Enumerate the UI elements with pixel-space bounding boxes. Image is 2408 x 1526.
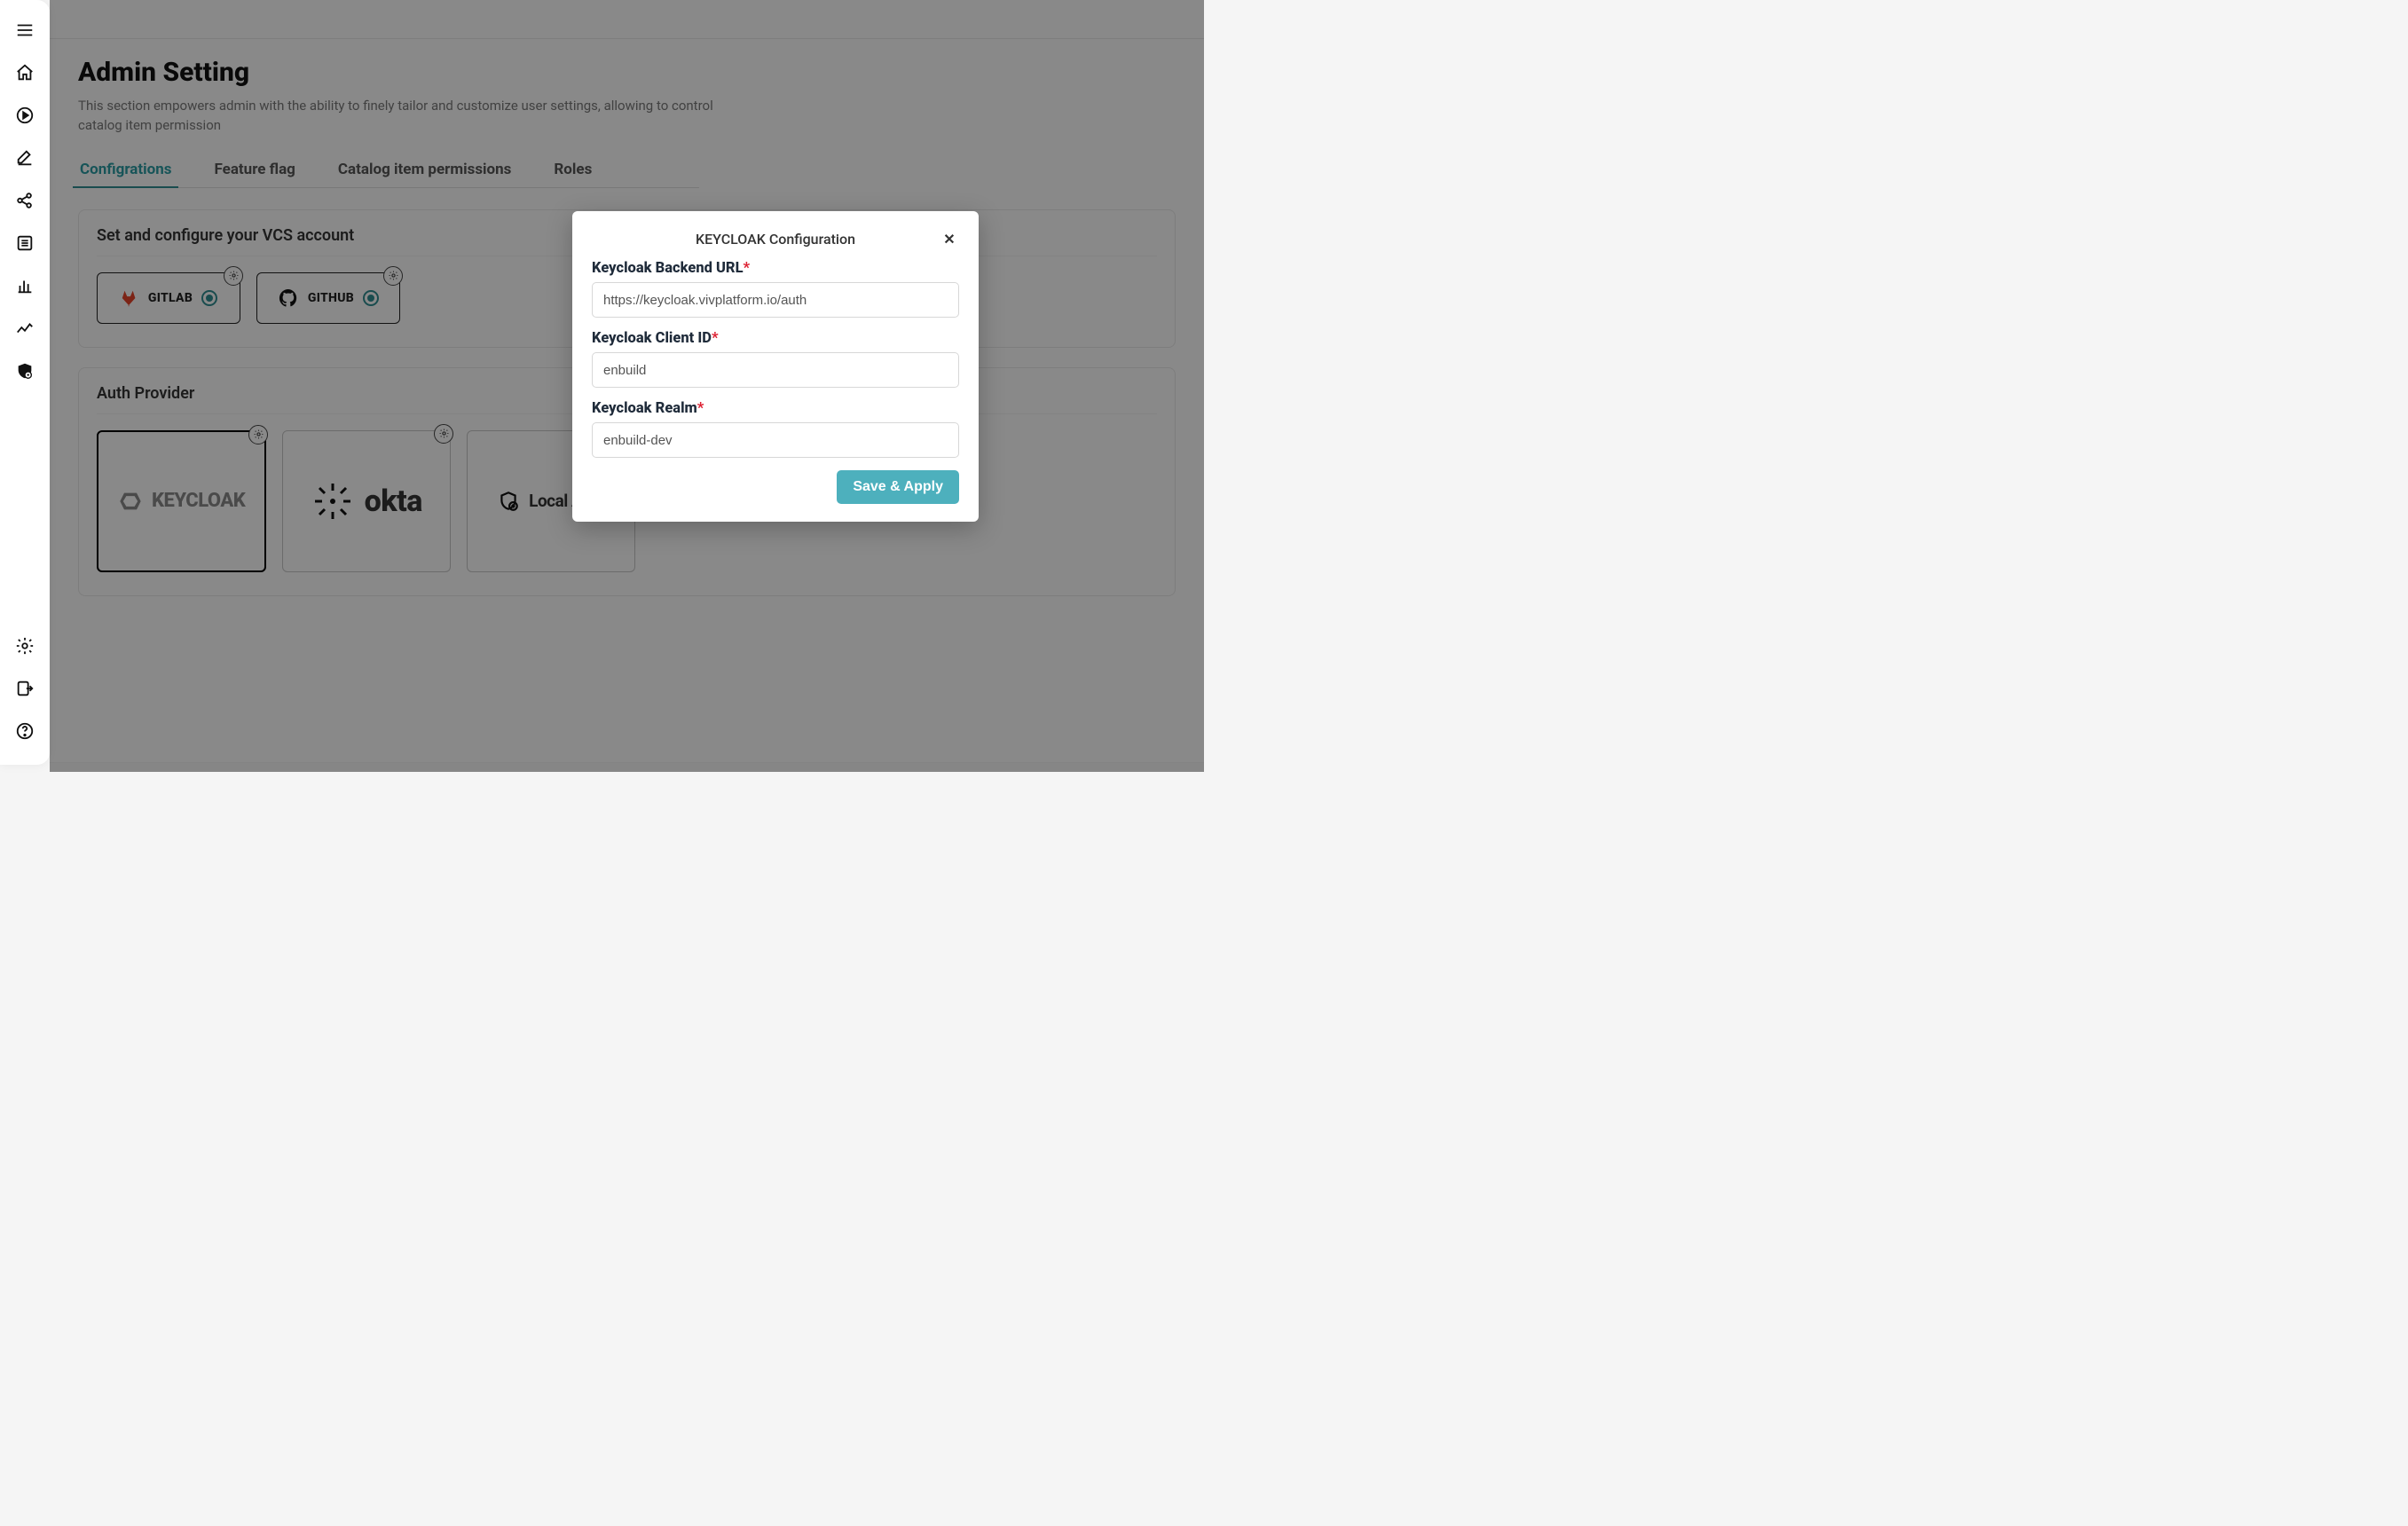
list-icon (15, 233, 35, 253)
trend-icon (15, 319, 35, 338)
nav-analytics[interactable] (7, 311, 43, 346)
client-id-input[interactable] (592, 352, 959, 388)
nav-logout[interactable] (7, 671, 43, 706)
menu-toggle[interactable] (7, 12, 43, 48)
realm-label-text: Keycloak Realm (592, 400, 697, 417)
share-icon (15, 191, 35, 210)
nav-reports[interactable] (7, 268, 43, 303)
gear-icon (15, 636, 35, 656)
sidebar (0, 0, 50, 765)
logout-icon (15, 679, 35, 698)
nav-run[interactable] (7, 98, 43, 133)
nav-share[interactable] (7, 183, 43, 218)
client-id-label: Keycloak Client ID* (592, 330, 959, 347)
nav-home[interactable] (7, 55, 43, 90)
nav-settings[interactable] (7, 628, 43, 664)
modal-close-button[interactable]: ✕ (940, 229, 959, 248)
nav-list[interactable] (7, 225, 43, 261)
edit-icon (15, 148, 35, 168)
backend-url-input[interactable] (592, 282, 959, 318)
nav-edit[interactable] (7, 140, 43, 176)
bar-chart-icon (15, 276, 35, 295)
close-icon: ✕ (943, 231, 955, 248)
hamburger-icon (15, 20, 35, 40)
home-icon (15, 63, 35, 83)
keycloak-config-modal: KEYCLOAK Configuration ✕ Keycloak Backen… (572, 211, 979, 522)
modal-title: KEYCLOAK Configuration (696, 231, 855, 248)
realm-input[interactable] (592, 422, 959, 458)
play-circle-icon (15, 106, 35, 125)
backend-url-label: Keycloak Backend URL* (592, 260, 959, 277)
realm-label: Keycloak Realm* (592, 400, 959, 417)
shield-icon (15, 361, 35, 381)
nav-help[interactable] (7, 713, 43, 749)
nav-security[interactable] (7, 353, 43, 389)
client-id-label-text: Keycloak Client ID (592, 330, 712, 347)
backend-url-label-text: Keycloak Backend URL (592, 260, 744, 277)
help-icon (15, 721, 35, 741)
save-apply-button[interactable]: Save & Apply (837, 470, 959, 504)
